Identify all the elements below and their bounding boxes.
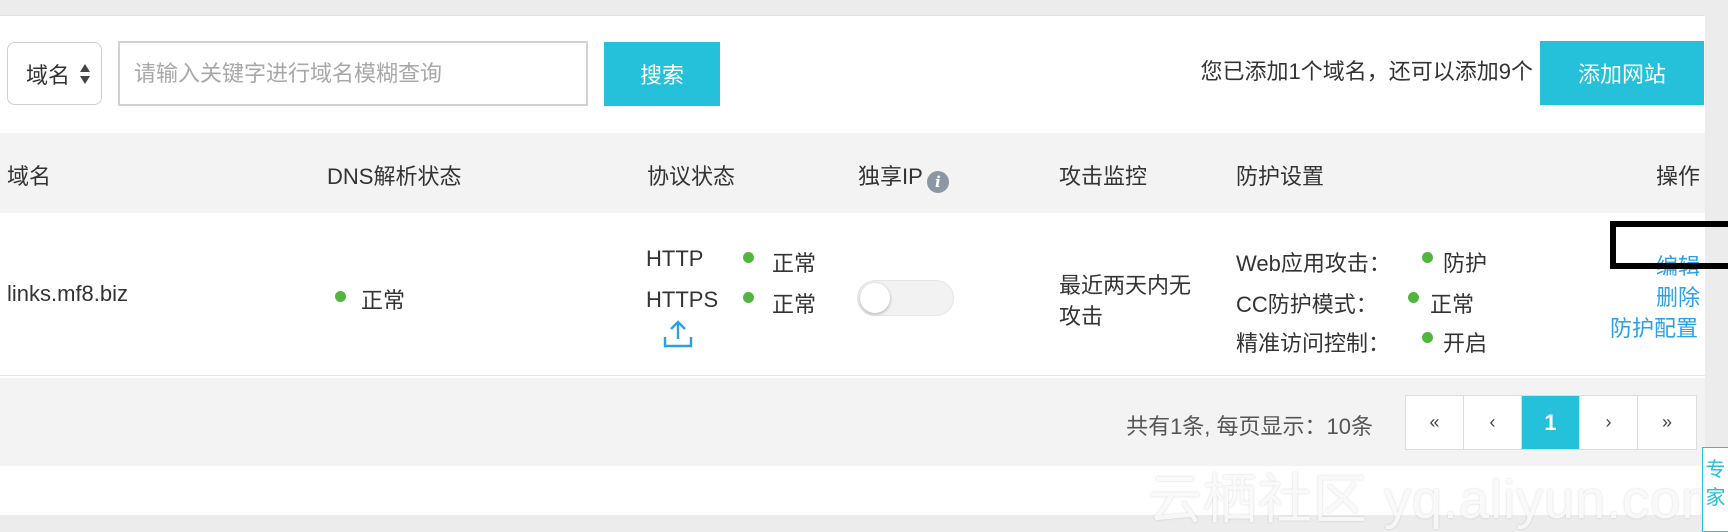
filter-select[interactable]: 域名 bbox=[7, 42, 102, 105]
upload-certificate-icon[interactable] bbox=[662, 319, 694, 349]
filter-select-value: 域名 bbox=[26, 62, 71, 88]
http-status-dot bbox=[743, 252, 754, 263]
web-attack-dot bbox=[1422, 252, 1433, 263]
toolbar: 域名 搜索 您已添加1个域名，还可以添加9个 添加网站 bbox=[0, 16, 1705, 131]
pagination-summary: 共有1条, 每页显示：10条 bbox=[1126, 414, 1373, 439]
page-prev-button[interactable]: ‹ bbox=[1464, 396, 1522, 449]
dns-status-dot bbox=[335, 291, 346, 302]
search-input[interactable] bbox=[118, 41, 588, 106]
cc-mode-label: CC防护模式： bbox=[1236, 292, 1378, 317]
cc-mode-dot bbox=[1408, 292, 1419, 303]
https-status-dot bbox=[743, 292, 754, 303]
edit-highlight-box bbox=[1610, 221, 1728, 269]
header-attack-monitor: 攻击监控 bbox=[1059, 164, 1148, 189]
table-footer: 共有1条, 每页显示：10条 « ‹ 1 › » bbox=[0, 378, 1705, 466]
header-protection-settings: 防护设置 bbox=[1236, 164, 1325, 189]
domain-panel: 域名 搜索 您已添加1个域名，还可以添加9个 添加网站 域名 DNS解析状态 协… bbox=[0, 15, 1705, 515]
table-header: 域名 DNS解析状态 协议状态 独享IP i 攻击监控 防护设置 操作 bbox=[0, 133, 1705, 213]
protection-config-link[interactable]: 防护配置 bbox=[1610, 311, 1698, 343]
pagination: « ‹ 1 › » bbox=[1405, 395, 1697, 450]
access-control-status: 开启 bbox=[1443, 331, 1488, 356]
http-status: 正常 bbox=[772, 251, 817, 276]
header-dedicated-ip-label: 独享IP bbox=[858, 164, 923, 189]
expert-side-tab[interactable]: 专家 bbox=[1702, 447, 1728, 532]
table-row: links.mf8.biz 正常 HTTP 正常 HTTPS 正常 最近两天内无… bbox=[0, 213, 1705, 376]
toggle-knob bbox=[860, 283, 890, 313]
add-website-button[interactable]: 添加网站 bbox=[1540, 41, 1704, 105]
access-control-label: 精准访问控制： bbox=[1236, 331, 1391, 356]
sort-arrows-icon bbox=[80, 64, 90, 84]
info-icon[interactable]: i bbox=[926, 171, 949, 193]
watermark: 云栖社区 yq.aliyun.com bbox=[1148, 470, 1728, 530]
attack-status-line2: 攻击 bbox=[1059, 304, 1104, 329]
header-dedicated-ip: 独享IP i bbox=[858, 159, 949, 193]
page-current-button[interactable]: 1 bbox=[1522, 396, 1580, 449]
header-domain: 域名 bbox=[7, 164, 52, 189]
page-last-button[interactable]: » bbox=[1638, 396, 1696, 449]
https-status: 正常 bbox=[772, 292, 817, 317]
dedicated-ip-toggle[interactable] bbox=[857, 280, 954, 316]
https-label: HTTPS bbox=[646, 287, 719, 312]
web-attack-status: 防护 bbox=[1443, 251, 1488, 276]
http-label: HTTP bbox=[646, 246, 704, 271]
domain-name: links.mf8.biz bbox=[7, 281, 129, 306]
header-protocol-status: 协议状态 bbox=[647, 164, 736, 189]
header-dns-status: DNS解析状态 bbox=[327, 164, 462, 189]
web-attack-label: Web应用攻击： bbox=[1236, 251, 1391, 276]
delete-link[interactable]: 删除 bbox=[1656, 280, 1700, 312]
cc-mode-status: 正常 bbox=[1430, 292, 1475, 317]
domain-quota-text: 您已添加1个域名，还可以添加9个 bbox=[1200, 59, 1533, 84]
page-next-button[interactable]: › bbox=[1580, 396, 1638, 449]
header-action: 操作 bbox=[1656, 164, 1701, 189]
search-button[interactable]: 搜索 bbox=[604, 42, 720, 106]
attack-status-line1: 最近两天内无 bbox=[1059, 273, 1192, 298]
dns-status: 正常 bbox=[361, 288, 406, 313]
access-control-dot bbox=[1422, 332, 1433, 343]
page-first-button[interactable]: « bbox=[1406, 396, 1464, 449]
